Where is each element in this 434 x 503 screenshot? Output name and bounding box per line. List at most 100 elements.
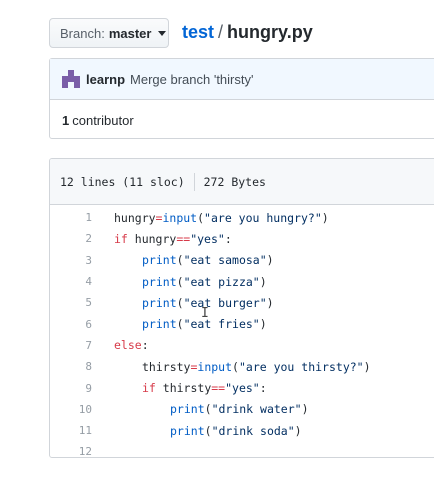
line-number[interactable]: 11 bbox=[50, 424, 114, 437]
line-number[interactable]: 4 bbox=[50, 275, 114, 288]
file-header: 12 lines (11 sloc) 272 Bytes bbox=[50, 159, 434, 205]
code-text: else: bbox=[114, 338, 149, 352]
code-token: input bbox=[197, 359, 233, 374]
code-token: : bbox=[141, 338, 149, 353]
code-text: print("eat samosa") bbox=[142, 253, 274, 267]
file-viewer: 12 lines (11 sloc) 272 Bytes 1 hungry=inp… bbox=[49, 158, 434, 458]
code-token: input bbox=[162, 210, 198, 225]
breadcrumb: test / hungry.py bbox=[182, 20, 313, 44]
code-text: thirsty=input("are you thirsty?") bbox=[142, 360, 371, 374]
contributor-count: 1 bbox=[62, 112, 70, 128]
code-line: 12 bbox=[50, 441, 434, 457]
code-token: "are you hungry?" bbox=[204, 210, 322, 225]
line-number[interactable]: 6 bbox=[50, 318, 114, 331]
code-token: ) bbox=[363, 359, 371, 374]
code-token: "yes" bbox=[225, 381, 260, 396]
code-text: hungry=input("are you hungry?") bbox=[114, 211, 329, 225]
line-number[interactable]: 7 bbox=[50, 339, 114, 352]
code-token: print bbox=[142, 317, 177, 332]
file-size: 272 Bytes bbox=[203, 174, 266, 189]
code-text: print("drink water") bbox=[170, 402, 309, 416]
line-number[interactable]: 3 bbox=[50, 254, 114, 267]
line-number[interactable]: 9 bbox=[50, 382, 114, 395]
code-token: == bbox=[211, 381, 226, 396]
code-token: print bbox=[142, 295, 177, 310]
code-line: 10 print("drink water") bbox=[50, 399, 434, 420]
code-token: "drink soda" bbox=[211, 423, 295, 438]
code-token: : bbox=[259, 381, 267, 396]
code-token: if bbox=[114, 231, 128, 246]
code-token: print bbox=[142, 274, 177, 289]
caret-down-icon bbox=[158, 30, 167, 36]
commit-message-link[interactable]: Merge branch 'thirsty' bbox=[130, 72, 253, 87]
code-line: 11 print("drink soda") bbox=[50, 420, 434, 441]
code-token: "drink water" bbox=[211, 402, 302, 417]
line-number[interactable]: 1 bbox=[50, 211, 114, 224]
code-line: 1 hungry=input("are you hungry?") bbox=[50, 207, 434, 228]
breadcrumb-separator: / bbox=[218, 22, 224, 42]
code-token: "eat burger" bbox=[183, 295, 267, 310]
code-token: ) bbox=[321, 210, 329, 225]
text-cursor-icon: I bbox=[201, 306, 209, 321]
code-token: : bbox=[224, 231, 232, 246]
code-token: ) bbox=[259, 274, 267, 289]
code-token: hungry bbox=[127, 231, 177, 246]
code-token: "eat pizza" bbox=[183, 274, 260, 289]
code-token: ( bbox=[197, 210, 205, 225]
code-token: ( bbox=[176, 295, 184, 310]
header-divider bbox=[193, 172, 195, 191]
line-number[interactable]: 12 bbox=[50, 445, 114, 457]
code-token: ( bbox=[176, 253, 184, 268]
line-count: 12 lines (11 sloc) bbox=[60, 174, 185, 189]
code-line: 7 else: bbox=[50, 335, 434, 356]
latest-commit-row: learnp Merge branch 'thirsty' bbox=[50, 59, 434, 100]
code-token: ( bbox=[176, 317, 184, 332]
code-token: thirsty bbox=[142, 359, 191, 374]
code-token: if bbox=[142, 381, 156, 396]
line-number[interactable]: 10 bbox=[50, 403, 114, 416]
branch-label: Branch: bbox=[60, 25, 105, 41]
code-token: print bbox=[170, 423, 205, 438]
code-token: "are you thirsty?" bbox=[238, 359, 364, 374]
code-line: 3 print("eat samosa") bbox=[50, 250, 434, 271]
code-token: ( bbox=[176, 274, 184, 289]
code-token: ( bbox=[204, 402, 212, 417]
branch-value: master bbox=[108, 25, 152, 41]
code-listing: 1 hungry=input("are you hungry?") 2 if hung… bbox=[50, 205, 434, 457]
code-token: ) bbox=[294, 423, 302, 438]
code-line: 4 print("eat pizza") bbox=[50, 271, 434, 292]
code-token: ( bbox=[232, 359, 239, 374]
code-token: thirsty bbox=[155, 381, 212, 396]
repo-link[interactable]: test bbox=[182, 22, 214, 42]
file-name: hungry.py bbox=[227, 22, 313, 42]
code-token: ( bbox=[204, 423, 212, 438]
contributors-row[interactable]: 1 contributor bbox=[50, 100, 434, 140]
branch-select-button[interactable]: Branch: master bbox=[49, 18, 169, 48]
code-token: print bbox=[170, 402, 205, 417]
code-text: if hungry=="yes": bbox=[114, 232, 232, 246]
code-line: 2 if hungry=="yes": bbox=[50, 228, 434, 249]
code-text: print("drink soda") bbox=[170, 424, 302, 438]
code-token: ) bbox=[266, 253, 274, 268]
line-number[interactable]: 8 bbox=[50, 360, 114, 373]
code-token: else bbox=[114, 338, 142, 353]
code-line: 5 print("eat burger") bbox=[50, 292, 434, 313]
commit-author-link[interactable]: learnp bbox=[86, 72, 125, 87]
line-number[interactable]: 5 bbox=[50, 296, 114, 309]
code-token: print bbox=[142, 253, 177, 268]
code-token: ) bbox=[259, 317, 267, 332]
code-token: "eat samosa" bbox=[183, 253, 267, 268]
code-text: if thirsty=="yes": bbox=[142, 381, 267, 395]
code-text: print("eat pizza") bbox=[142, 275, 267, 289]
code-token: ) bbox=[266, 295, 274, 310]
contributor-label: contributor bbox=[72, 112, 134, 128]
code-line: 6 print("eat fries") bbox=[50, 313, 434, 334]
code-line: 8 thirsty=input("are you thirsty?") bbox=[50, 356, 434, 377]
code-token: == bbox=[176, 231, 191, 246]
identicon-avatar[interactable] bbox=[62, 70, 80, 88]
line-number[interactable]: 2 bbox=[50, 232, 114, 245]
commit-info-box: learnp Merge branch 'thirsty' 1 contribu… bbox=[49, 58, 434, 139]
code-token: ) bbox=[301, 402, 309, 417]
code-line: 9 if thirsty=="yes": bbox=[50, 377, 434, 398]
code-token: "eat fries" bbox=[183, 317, 260, 332]
